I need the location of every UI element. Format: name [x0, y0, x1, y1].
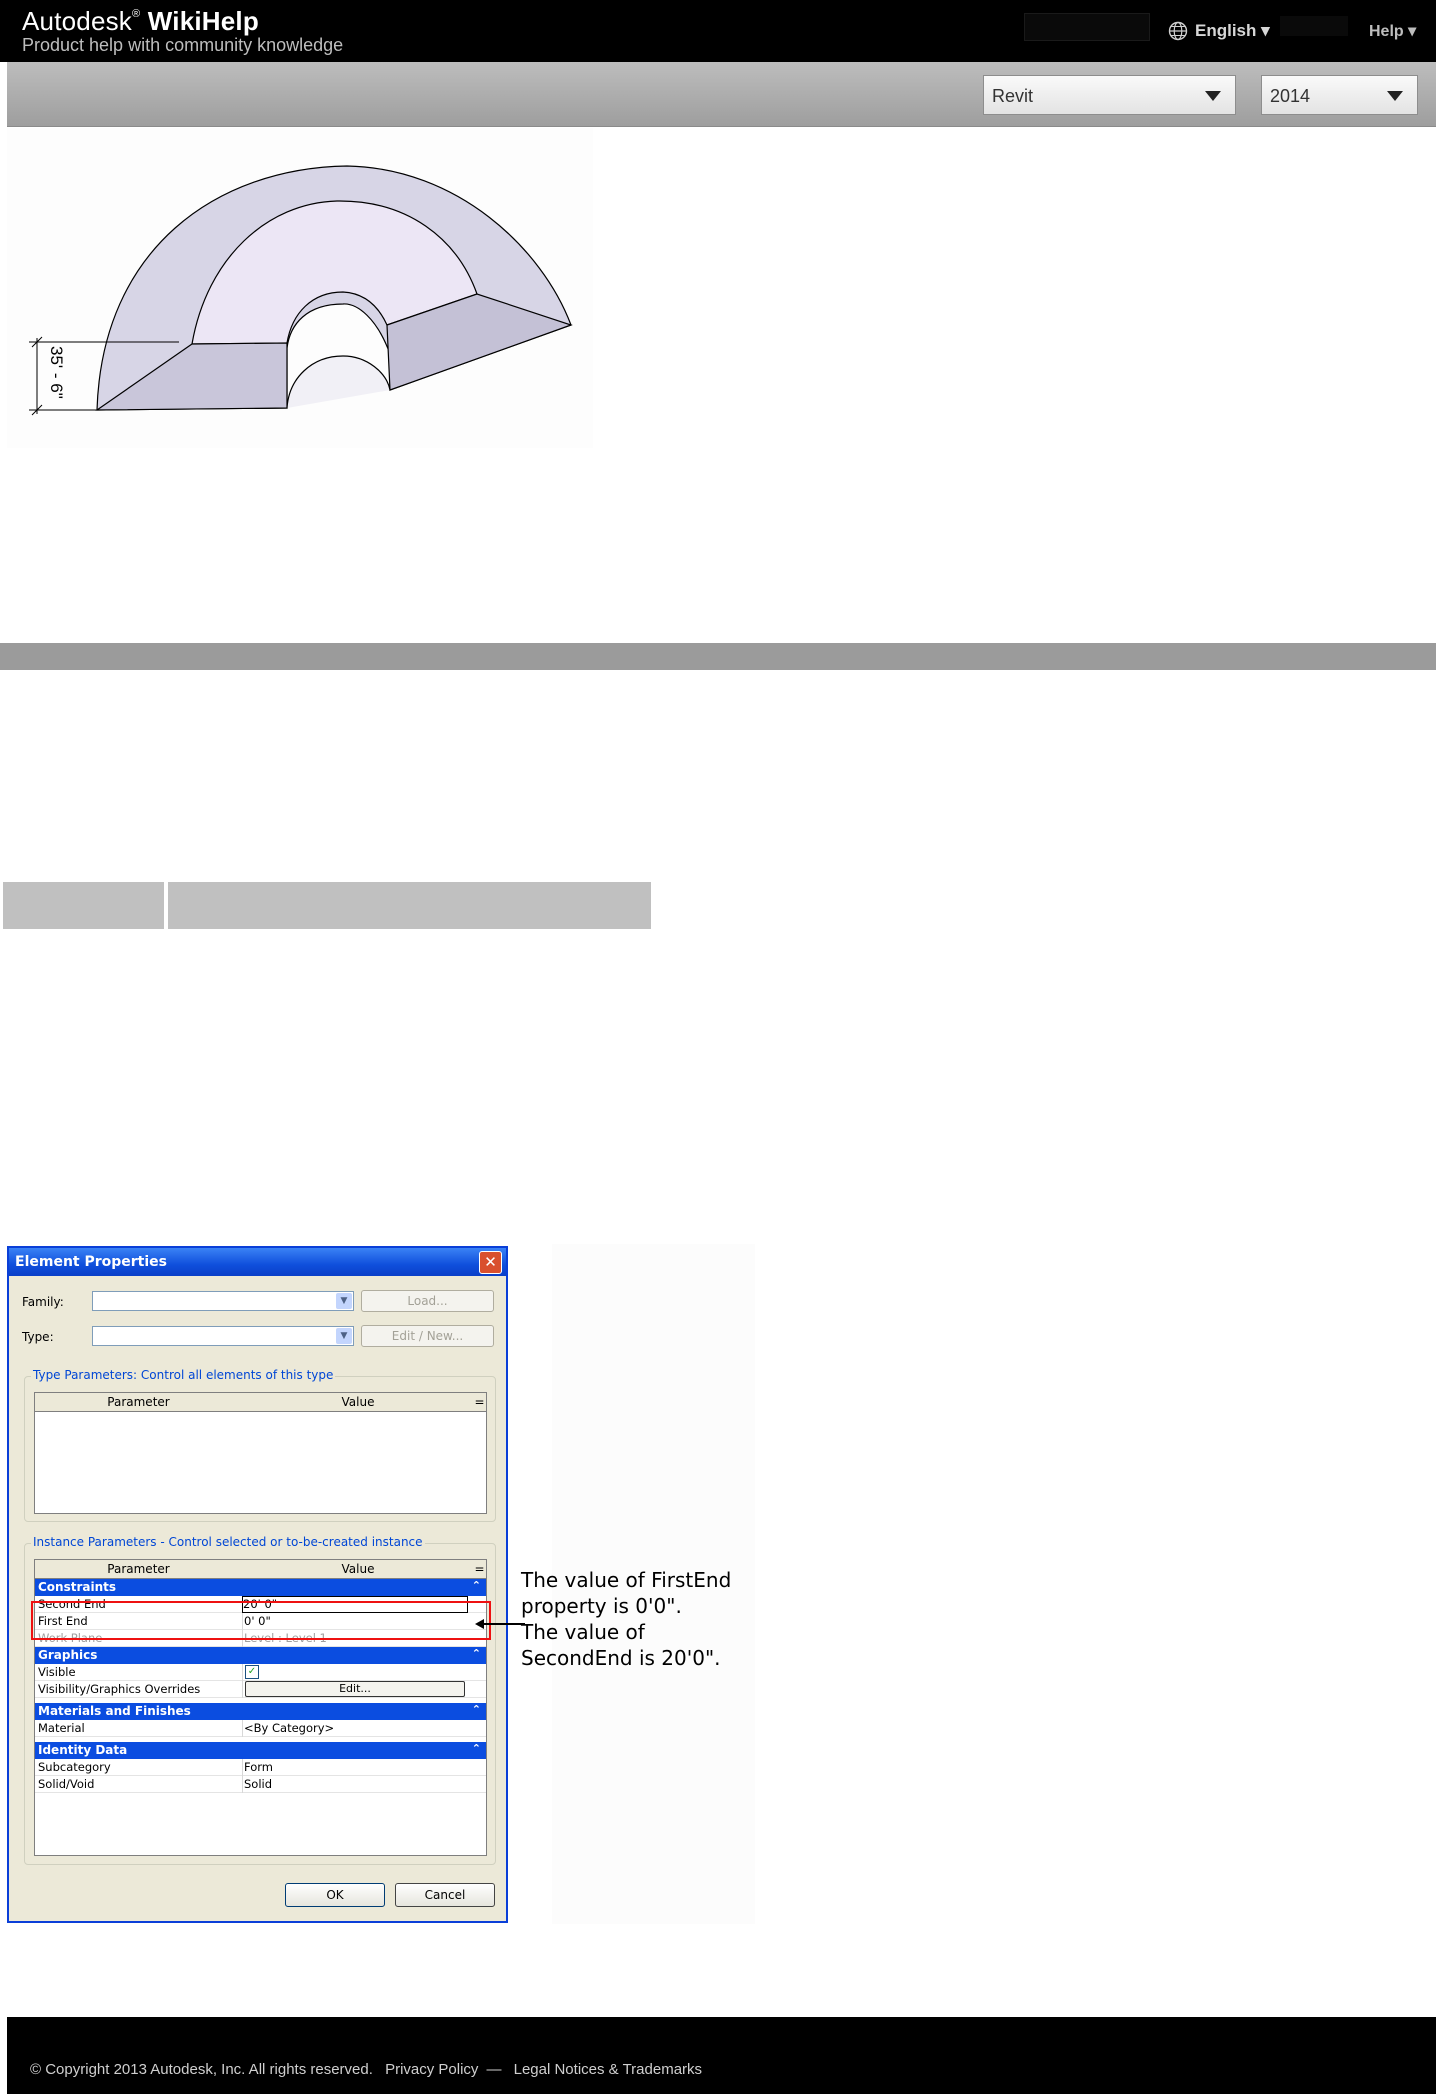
brand-name: WikiHelp — [147, 6, 259, 36]
type-parameters-grid[interactable]: Parameter Value = — [34, 1392, 487, 1514]
help-menu[interactable]: Help ▾ — [1369, 21, 1416, 41]
collapse-icon[interactable]: ⌃ — [472, 1579, 481, 1592]
col-value: Value — [341, 1562, 375, 1576]
callout-annotation: The value of FirstEnd property is 0'0". … — [521, 1567, 761, 1671]
callout-line-1: The value of FirstEnd — [521, 1568, 732, 1592]
material-value[interactable]: <By Category> — [244, 1721, 334, 1735]
section-label: Materials and Finishes — [38, 1704, 191, 1718]
site-logo[interactable]: Autodesk® WikiHelp — [22, 6, 259, 37]
section-label: Constraints — [38, 1580, 117, 1594]
parameter-table-header — [3, 882, 651, 929]
param-name: Material — [38, 1721, 85, 1735]
subcategory-value[interactable]: Form — [244, 1760, 273, 1774]
param-row-material[interactable]: Material <By Category> — [35, 1720, 486, 1737]
chevron-down-icon: ▼ — [336, 1328, 352, 1344]
globe-icon — [1168, 21, 1188, 41]
callout-line-2: property is 0'0". — [521, 1594, 682, 1618]
param-row-vg-overrides[interactable]: Visibility/Graphics Overrides Edit... — [35, 1681, 486, 1698]
param-row-subcategory[interactable]: Subcategory Form — [35, 1759, 486, 1776]
chevron-down-icon: ▼ — [336, 1293, 352, 1309]
col-value: Value — [341, 1395, 375, 1409]
solid-void-value[interactable]: Solid — [244, 1777, 272, 1791]
product-select-value: Revit — [992, 86, 1034, 106]
table-header-cell — [3, 882, 164, 929]
visible-checkbox[interactable]: ✓ — [245, 1665, 259, 1679]
privacy-policy-link[interactable]: Privacy Policy — [385, 2061, 478, 2078]
brand-prefix: Autodesk — [22, 6, 133, 36]
shape-figure: 35' - 6" — [7, 128, 593, 448]
param-name: Visibility/Graphics Overrides — [38, 1682, 201, 1696]
param-row-visible[interactable]: Visible ✓ — [35, 1664, 486, 1681]
param-name: Visible — [38, 1665, 76, 1679]
col-eq: = — [474, 1395, 485, 1409]
callout-line-3: The value of — [521, 1620, 645, 1644]
language-menu[interactable]: English ▾ — [1195, 21, 1270, 41]
registered-mark: ® — [132, 8, 141, 20]
type-combo[interactable]: ▼ — [92, 1326, 354, 1346]
collapse-icon[interactable]: ⌃ — [472, 1742, 481, 1755]
section-label: Graphics — [38, 1648, 98, 1662]
version-select[interactable]: 2014 — [1261, 75, 1418, 115]
type-label: Type: — [22, 1330, 54, 1344]
cancel-button[interactable]: Cancel — [395, 1883, 495, 1907]
revolved-form-illustration: 35' - 6" — [29, 165, 573, 416]
type-parameters-title: Type Parameters: Control all elements of… — [31, 1368, 336, 1382]
product-select[interactable]: Revit — [983, 75, 1236, 115]
param-name: Solid/Void — [38, 1777, 95, 1791]
footer-links: © Copyright 2013 Autodesk, Inc. All righ… — [30, 2061, 710, 2078]
callout-arrow-icon — [475, 1619, 525, 1629]
element-properties-dialog: Element Properties ✕ Family: ▼ Load... T… — [7, 1246, 508, 1923]
dialog-title: Element Properties — [15, 1254, 167, 1270]
load-button[interactable]: Load... — [361, 1290, 494, 1312]
col-parameter: Parameter — [107, 1395, 170, 1409]
search-box[interactable] — [1024, 13, 1150, 41]
section-graphics[interactable]: Graphics ⌃ — [35, 1647, 486, 1664]
collapse-icon[interactable]: ⌃ — [472, 1647, 481, 1660]
dialog-titlebar: Element Properties ✕ — [9, 1248, 506, 1276]
section-label: Identity Data — [38, 1743, 128, 1757]
tagline: Product help with community knowledge — [22, 35, 344, 55]
dropdown-arrow-icon — [1205, 91, 1221, 101]
dimension-label: 35' - 6" — [47, 346, 66, 399]
grid-header: Parameter Value = — [35, 1393, 486, 1412]
section-materials[interactable]: Materials and Finishes ⌃ — [35, 1703, 486, 1720]
highlight-box — [31, 1601, 491, 1640]
dropdown-arrow-icon — [1387, 91, 1403, 101]
section-constraints[interactable]: Constraints ⌃ — [35, 1579, 486, 1596]
legal-notices-link[interactable]: Legal Notices & Trademarks — [514, 2061, 702, 2078]
param-row-solid-void[interactable]: Solid/Void Solid — [35, 1776, 486, 1793]
col-parameter: Parameter — [107, 1562, 170, 1576]
vg-edit-button[interactable]: Edit... — [245, 1681, 465, 1697]
ok-button[interactable]: OK — [285, 1883, 385, 1907]
instance-parameters-title: Instance Parameters - Control selected o… — [31, 1535, 425, 1549]
footer — [7, 2017, 1436, 2094]
header-blank-slot — [1280, 16, 1348, 36]
section-divider — [0, 643, 1436, 670]
footer-separator: — — [486, 2061, 502, 2078]
param-name: Subcategory — [38, 1760, 111, 1774]
collapse-icon[interactable]: ⌃ — [472, 1703, 481, 1716]
grid-header: Parameter Value = — [35, 1560, 486, 1579]
family-label: Family: — [22, 1295, 64, 1309]
family-combo[interactable]: ▼ — [92, 1291, 354, 1311]
col-eq: = — [474, 1562, 485, 1576]
callout-line-4: SecondEnd is 20'0". — [521, 1646, 721, 1670]
version-select-value: 2014 — [1270, 86, 1311, 106]
close-icon[interactable]: ✕ — [479, 1251, 502, 1274]
edit-new-button[interactable]: Edit / New... — [361, 1325, 494, 1347]
copyright-text: © Copyright 2013 Autodesk, Inc. All righ… — [30, 2061, 373, 2078]
table-header-cell — [168, 882, 651, 929]
section-identity[interactable]: Identity Data ⌃ — [35, 1742, 486, 1759]
